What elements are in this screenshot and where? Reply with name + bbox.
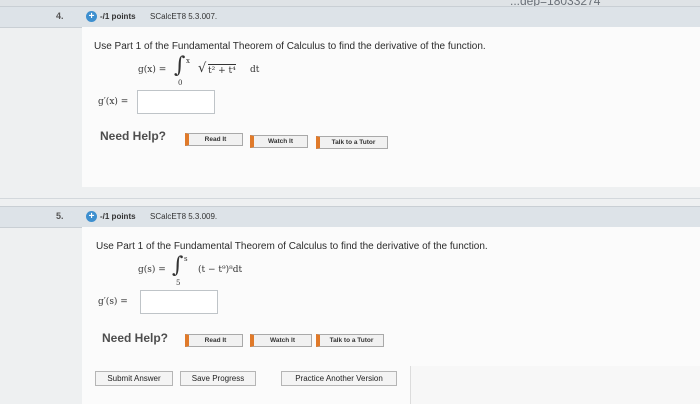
question-prompt: Use Part 1 of the Fundamental Theorem of… xyxy=(94,41,486,52)
question-number: 5. xyxy=(56,211,64,221)
derivative-label: g′(x) = xyxy=(98,97,129,107)
answer-input[interactable] xyxy=(137,90,215,114)
points-label: -/1 points xyxy=(100,12,136,21)
answer-input[interactable] xyxy=(140,290,218,314)
formula-lhs: g(s) = xyxy=(138,265,166,275)
question-4-body: Use Part 1 of the Fundamental Theorem of… xyxy=(82,27,700,187)
integral-sign-icon: ∫ xyxy=(172,253,184,278)
save-progress-button[interactable]: Save Progress xyxy=(180,371,256,386)
integrand: t² + t⁴ xyxy=(208,64,236,76)
derivative-label: g′(s) = xyxy=(98,297,128,307)
talk-to-tutor-button[interactable]: Talk to a Tutor xyxy=(316,136,388,149)
formula: g(s) = ∫ s 5 (t − t⁹)⁸dt xyxy=(138,253,308,287)
section-divider xyxy=(0,198,700,199)
integral-sign-icon: ∫ xyxy=(174,53,186,78)
talk-to-tutor-button[interactable]: Talk to a Tutor xyxy=(316,334,384,347)
integrand: (t − t⁹)⁸dt xyxy=(198,265,243,275)
upper-limit: s xyxy=(184,255,188,263)
question-prompt: Use Part 1 of the Fundamental Theorem of… xyxy=(96,241,488,252)
question-code: SCalcET8 5.3.007. xyxy=(150,12,218,21)
formula: g(x) = ∫ x 0 √ t² + t⁴ dt xyxy=(138,53,298,89)
read-it-button[interactable]: Read It xyxy=(185,133,243,146)
formula-lhs: g(x) = xyxy=(138,65,167,75)
question-5-header: 5. + -/1 points SCalcET8 5.3.009. xyxy=(0,206,700,228)
lower-limit: 5 xyxy=(176,279,181,287)
question-code: SCalcET8 5.3.009. xyxy=(150,212,218,221)
upper-limit: x xyxy=(186,57,190,65)
watch-it-button[interactable]: Watch It xyxy=(250,334,312,347)
right-panel xyxy=(410,366,700,404)
sqrt-sign-icon: √ xyxy=(198,61,207,76)
lower-limit: 0 xyxy=(178,79,183,87)
points-label: -/1 points xyxy=(100,212,136,221)
watch-it-button[interactable]: Watch It xyxy=(250,135,308,148)
need-help-label: Need Help? xyxy=(102,331,169,345)
expand-plus-icon[interactable]: + xyxy=(86,11,97,22)
question-4-header: 4. + -/1 points SCalcET8 5.3.007. xyxy=(0,6,700,28)
submit-answer-button[interactable]: Submit Answer xyxy=(95,371,173,386)
expand-plus-icon[interactable]: + xyxy=(86,211,97,222)
read-it-button[interactable]: Read It xyxy=(185,334,243,347)
question-number: 4. xyxy=(56,11,64,21)
differential: dt xyxy=(250,65,260,75)
practice-another-version-button[interactable]: Practice Another Version xyxy=(281,371,397,386)
need-help-label: Need Help? xyxy=(100,129,167,143)
